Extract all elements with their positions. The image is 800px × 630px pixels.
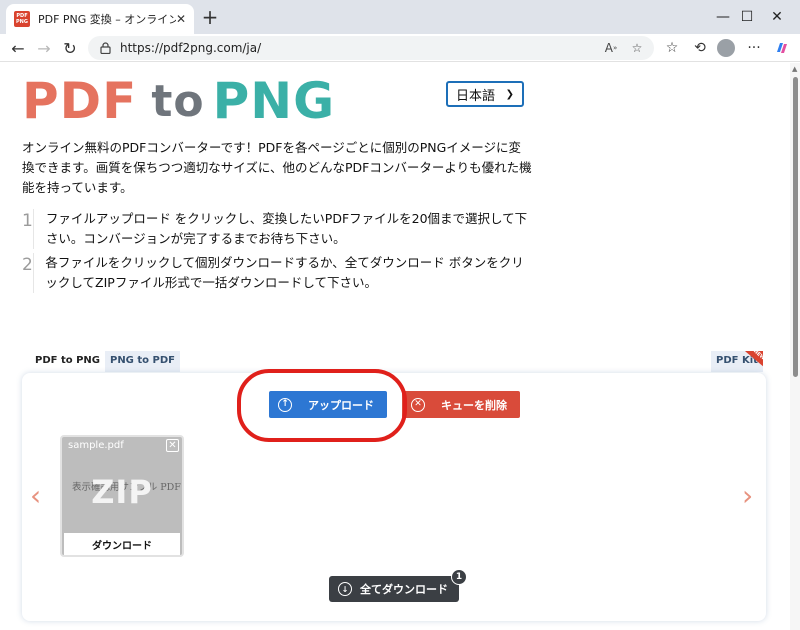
step-1: 1 ファイルアップロード をクリックし、変換したいPDFファイルを20個まで選択… <box>22 209 532 249</box>
step-2: 2 各ファイルをクリックして個別ダウンロードするか、全てダウンロード ボタンをク… <box>22 253 532 293</box>
new-tab-icon[interactable]: + <box>198 6 222 30</box>
file-count-badge: 1 <box>451 569 467 585</box>
favicon-text-bottom: PNG <box>16 19 28 25</box>
browser-tab[interactable]: PDF PNG PDF PNG 変換 – オンラインでPDFを ✕ <box>6 4 194 34</box>
download-all-label: 全てダウンロード <box>360 583 448 596</box>
address-toolbar: ← → ↻ https://pdf2png.com/ja/ A» ☆ ☆ ⟲ ·… <box>0 34 800 62</box>
step-number: 2 <box>22 255 33 275</box>
language-label: 日本語 <box>456 88 496 104</box>
browser-tab-bar: PDF PNG PDF PNG 変換 – オンラインでPDFを ✕ + — ☐ … <box>0 0 800 34</box>
clear-queue-button[interactable]: ✕ キューを削除 <box>402 391 520 418</box>
copilot-icon[interactable] <box>770 36 794 60</box>
site-favicon-icon: PDF PNG <box>14 11 30 27</box>
scroll-thumb[interactable] <box>793 77 798 377</box>
logo-png: PNG <box>212 72 336 130</box>
scroll-up-icon[interactable]: ▲ <box>792 65 797 73</box>
step-number: 1 <box>22 211 33 231</box>
logo-pdf: PDF <box>22 72 138 130</box>
file-name: sample.pdf <box>68 440 124 451</box>
web-page: PDF to PNG 日本語 ❯ オンライン無料のPDFコンバーターです！PDF… <box>0 63 790 630</box>
download-all-button[interactable]: ↓ 全てダウンロード <box>329 576 459 602</box>
next-arrow-icon[interactable]: › <box>742 479 753 512</box>
avatar <box>717 39 735 57</box>
url-text: https://pdf2png.com/ja/ <box>120 41 262 55</box>
clear-x-icon: ✕ <box>411 397 425 412</box>
language-select[interactable]: 日本語 ❯ <box>446 81 524 107</box>
intro-text: オンライン無料のPDFコンバーターです！PDFを各ページごとに個別のPNGイメー… <box>22 140 532 195</box>
converter-tabs: PDF to PNG PNG to PDF <box>30 351 180 372</box>
tab-png-to-pdf[interactable]: PNG to PDF <box>104 351 180 372</box>
favorite-star-icon[interactable]: ☆ <box>626 36 648 60</box>
highlight-annotation-circle <box>237 369 407 442</box>
address-bar[interactable]: https://pdf2png.com/ja/ A» ☆ <box>88 36 654 60</box>
tab-title: PDF PNG 変換 – オンラインでPDFを <box>38 13 176 26</box>
file-card[interactable]: sample.pdf ✕ 表示確認用サンプル PDF ZIP ダウンロード <box>60 435 184 557</box>
page-scrollbar[interactable]: ▲ <box>790 63 800 630</box>
profile-icon[interactable] <box>714 36 738 60</box>
remove-file-icon[interactable]: ✕ <box>166 439 179 452</box>
close-window-icon[interactable]: ✕ <box>754 0 800 34</box>
download-arrow-icon: ↓ <box>338 582 352 596</box>
tab-pdf-kit[interactable]: PDF Kit NEW <box>711 351 763 372</box>
step-divider <box>33 209 34 249</box>
favorites-icon[interactable]: ☆ <box>660 36 684 60</box>
tab-close-icon[interactable]: ✕ <box>176 12 186 26</box>
logo-to: to <box>151 75 205 127</box>
zip-overlay: ZIP <box>91 473 153 511</box>
step-text: ファイルアップロード をクリックし、変換したいPDFファイルを20個まで選択して… <box>45 211 528 246</box>
site-logo[interactable]: PDF to PNG <box>22 72 335 130</box>
tab-pdf-to-png[interactable]: PDF to PNG <box>30 351 105 372</box>
step-divider <box>32 253 34 293</box>
file-download-button[interactable]: ダウンロード <box>64 533 180 555</box>
prev-arrow-icon[interactable]: ‹ <box>30 479 41 512</box>
more-icon[interactable]: ··· <box>742 36 766 60</box>
back-icon[interactable]: ← <box>6 36 30 60</box>
read-aloud-icon[interactable]: A» <box>600 36 622 60</box>
lock-icon[interactable] <box>98 41 112 55</box>
chevron-down-icon: ❯ <box>505 88 514 100</box>
clear-queue-label: キューを削除 <box>441 398 507 412</box>
refresh-icon[interactable]: ↻ <box>58 36 82 60</box>
forward-icon[interactable]: → <box>32 36 56 60</box>
history-icon[interactable]: ⟲ <box>688 36 712 60</box>
step-text: 各ファイルをクリックして個別ダウンロードするか、全てダウンロード ボタンをクリッ… <box>45 255 524 290</box>
